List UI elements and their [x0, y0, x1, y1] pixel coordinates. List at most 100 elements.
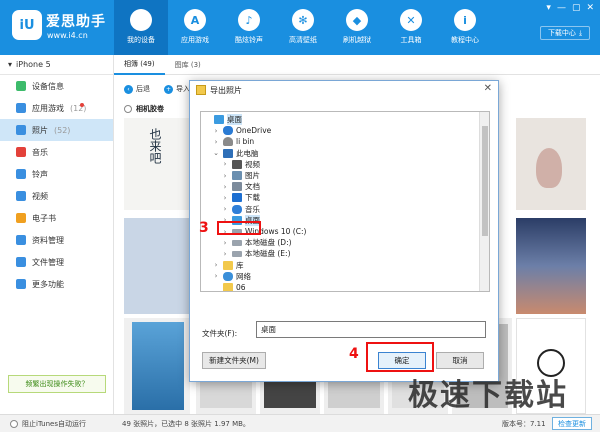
music-icon: [16, 147, 26, 157]
folder-icon: [196, 85, 206, 95]
minimize-icon[interactable]: —: [557, 3, 566, 13]
chevron-down-icon: ▾: [8, 60, 13, 69]
documents-folder-icon: [232, 182, 242, 192]
back-arrow-icon: ‹: [124, 84, 133, 94]
maximize-icon[interactable]: ▢: [572, 3, 581, 13]
expand-chevron-icon[interactable]: ›: [212, 261, 220, 269]
expand-chevron-icon[interactable]: ›: [221, 239, 229, 247]
nav-label: 我的设备: [127, 36, 155, 44]
photo-thumbnail[interactable]: [124, 218, 190, 314]
app-logo-icon: iU: [12, 10, 42, 40]
selection-summary: 49 张照片，已选中 8 张照片 1.97 MB。: [122, 419, 250, 428]
expand-chevron-icon[interactable]: ›: [212, 138, 220, 146]
expand-chevron-icon[interactable]: ›: [221, 160, 229, 168]
photo-icon: [16, 125, 26, 135]
sidebar-item-2[interactable]: 照片 (52): [0, 119, 113, 141]
dialog-title: 导出照片: [210, 85, 242, 95]
tab-1[interactable]: 图库 (3): [165, 55, 211, 75]
itunes-toggle[interactable]: 阻止iTunes自动运行: [10, 419, 86, 429]
new-folder-button[interactable]: 新建文件夹(M): [202, 352, 266, 369]
sidebar-item-9[interactable]: 更多功能: [0, 273, 113, 295]
top-bar: iU 爱思助手 www.i4.cn 我的设备 A 应用游戏 ♪ 酷炫铃声 ✻ 高清壁纸 ◆ 刷机…: [0, 0, 600, 55]
sidebar-item-3[interactable]: 音乐: [0, 141, 113, 163]
sidebar-item-7[interactable]: 资料管理: [0, 229, 113, 251]
sidebar-item-8[interactable]: 文件管理: [0, 251, 113, 273]
menu-icon[interactable]: ▾: [546, 3, 551, 13]
bell-icon: [16, 169, 26, 179]
photo-thumbnail[interactable]: 也来吧: [124, 118, 190, 210]
nav-item-3[interactable]: ✻ 高清壁纸: [276, 0, 330, 55]
nav-label: 酷炫铃声: [235, 36, 263, 44]
photo-toolbar: ‹ 后退 + 导入: [120, 80, 194, 98]
nav-item-4[interactable]: ◆ 刷机越狱: [330, 0, 384, 55]
sidebar-item-1[interactable]: 应用游戏 (12): [0, 97, 113, 119]
tree-item[interactable]: 06: [201, 281, 246, 291]
sidebar-item-6[interactable]: 电子书: [0, 207, 113, 229]
import-icon: +: [164, 84, 173, 94]
cancel-button[interactable]: 取消: [436, 352, 484, 369]
expand-chevron-icon[interactable]: ›: [221, 172, 229, 180]
expand-chevron-icon[interactable]: ›: [212, 272, 220, 280]
expand-chevron-icon[interactable]: ›: [221, 250, 229, 258]
nav-label: 刷机越狱: [343, 36, 371, 44]
expand-chevron-icon[interactable]: ›: [221, 183, 229, 191]
nav-item-6[interactable]: i 教程中心: [438, 0, 492, 55]
sidebar-item-label: 更多功能: [32, 279, 64, 289]
itunes-toggle-radio[interactable]: [10, 419, 18, 428]
sidebar-item-label: 音乐: [32, 147, 48, 157]
check-update-button[interactable]: 检查更新: [552, 417, 592, 430]
grid-icon: [16, 279, 26, 289]
sidebar-item-5[interactable]: 视频: [0, 185, 113, 207]
device-selector[interactable]: ▾ iPhone 5: [0, 55, 113, 75]
photo-thumbnail[interactable]: [516, 118, 586, 210]
nav-label: 应用游戏: [181, 36, 209, 44]
apple-icon: [130, 9, 152, 31]
tree-scrollbar[interactable]: [479, 112, 489, 291]
bell-icon: ♪: [238, 9, 260, 31]
download-center-button[interactable]: 下载中心 ⤓: [540, 26, 590, 40]
step-3-label: 3: [199, 220, 209, 236]
sidebar-item-0[interactable]: 设备信息: [0, 75, 113, 97]
sidebar-list: 设备信息 应用游戏 (12) 照片 (52) 音乐铃声 视频 电子书资料管理文件管理更多功能: [0, 75, 113, 295]
itunes-toggle-label: 阻止iTunes自动运行: [22, 419, 86, 428]
sidebar: ▾ iPhone 5 设备信息 应用游戏 (12) 照片 (52) 音乐铃声 视频 电子书资料…: [0, 55, 114, 414]
photo-thumbnail[interactable]: [124, 318, 190, 414]
nav-item-2[interactable]: ♪ 酷炫铃声: [222, 0, 276, 55]
file-icon: [16, 257, 26, 267]
expand-chevron-icon[interactable]: ⌄: [212, 149, 220, 157]
sidebar-item-label: 资料管理: [32, 235, 64, 245]
step-4-label: 4: [349, 346, 359, 362]
annotation-box-ok: [366, 342, 434, 372]
scrollbar-thumb[interactable]: [482, 126, 488, 236]
album-header[interactable]: 相机胶卷: [124, 104, 164, 114]
nav-item-1[interactable]: A 应用游戏: [168, 0, 222, 55]
nav-item-5[interactable]: ✕ 工具箱: [384, 0, 438, 55]
expand-chevron-icon[interactable]: ›: [221, 194, 229, 202]
folder-field[interactable]: 桌面: [256, 321, 486, 338]
close-icon[interactable]: ✕: [586, 3, 594, 13]
tree-item-label: 本地磁盘 (E:): [245, 249, 291, 259]
sidebar-item-4[interactable]: 铃声: [0, 163, 113, 185]
network-icon: [223, 271, 233, 281]
folder-field-label: 文件夹(F):: [202, 329, 238, 338]
back-button[interactable]: ‹ 后退: [120, 82, 154, 96]
nav-item-0[interactable]: 我的设备: [114, 0, 168, 55]
dialog-title-bar: 导出照片: [190, 81, 498, 99]
nav-label: 工具箱: [400, 36, 422, 44]
music-folder-icon: [232, 204, 242, 214]
expand-chevron-icon[interactable]: ›: [212, 127, 220, 135]
book-icon: [16, 213, 26, 223]
back-label: 后退: [136, 85, 150, 93]
photo-thumbnail[interactable]: [516, 218, 586, 314]
help-link[interactable]: 频繁出现操作失败？: [8, 375, 106, 393]
app-icon: [16, 103, 26, 113]
expand-chevron-icon[interactable]: ›: [221, 205, 229, 213]
album-select-radio[interactable]: [124, 105, 132, 113]
tools-icon: ✕: [400, 9, 422, 31]
tab-0[interactable]: 相簿 (49): [114, 55, 165, 75]
tree-item-label: OneDrive: [236, 126, 272, 136]
downloads-folder-icon: [232, 193, 242, 203]
user-icon: [223, 137, 233, 147]
computer-icon: [223, 148, 233, 158]
close-icon[interactable]: ✕: [484, 83, 492, 94]
